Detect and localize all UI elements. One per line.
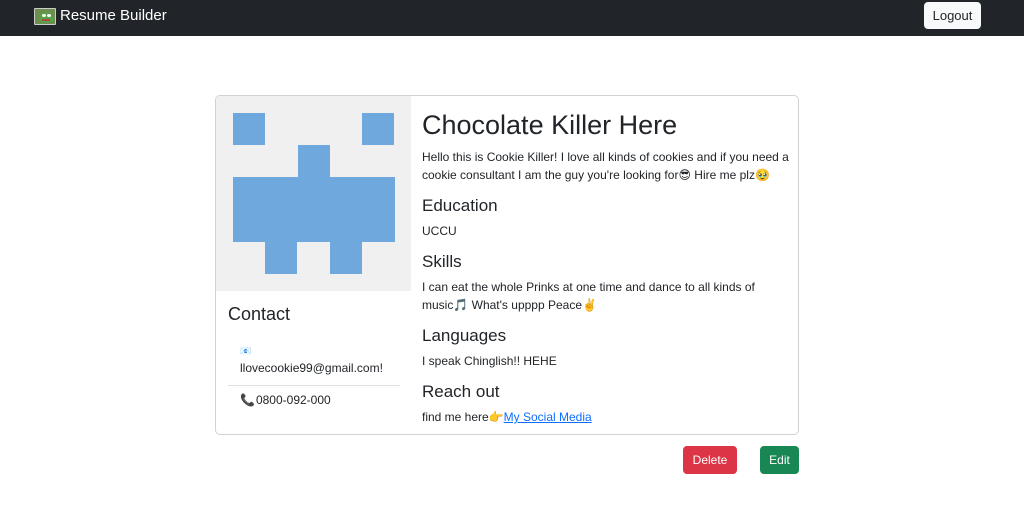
reach-out-text: find me here <box>422 410 489 424</box>
logout-button[interactable]: Logout <box>924 2 981 29</box>
education-text: UCCU <box>422 224 457 238</box>
navbar: Resume Builder Logout <box>0 0 1024 36</box>
avatar-pixel <box>233 177 395 242</box>
phone-text: 0800-092-000 <box>255 393 331 407</box>
languages-text: I speak Chinglish!! HEHE <box>422 354 557 368</box>
card-body: Chocolate Killer Here Hello this is Cook… <box>422 108 792 426</box>
sunglasses-emoji-icon: 😎 <box>678 168 691 182</box>
contact-email: 📧 llovecookie99@gmail.com! <box>228 337 400 385</box>
avatar-pixel <box>265 242 297 274</box>
avatar-pixel <box>233 113 265 145</box>
intro-suffix: Hire me plz <box>690 168 755 182</box>
teary-face-emoji-icon: 🥹 <box>754 168 770 182</box>
contact-phone: 📞0800-092-000 <box>228 385 400 417</box>
profile-intro: Hello this is Cookie Killer! I love all … <box>422 148 792 184</box>
reach-out-title: Reach out <box>422 382 500 401</box>
email-text: llovecookie99@gmail.com! <box>240 361 383 375</box>
music-note-emoji-icon: 🎵 <box>453 298 469 312</box>
social-media-link[interactable]: My Social Media <box>504 410 592 424</box>
education-title: Education <box>422 196 498 215</box>
skills-suffix: What's upppp Peace <box>468 298 582 312</box>
brand-text: Resume Builder <box>60 7 167 24</box>
resume-card: Contact 📧 llovecookie99@gmail.com! 📞0800… <box>215 95 799 435</box>
peace-sign-emoji-icon: ✌️ <box>582 298 597 312</box>
brand-link[interactable]: Resume Builder <box>34 6 167 26</box>
phone-icon: 📞 <box>240 393 255 407</box>
delete-button[interactable]: Delete <box>683 446 737 474</box>
avatar-pixel <box>362 113 394 145</box>
contact-title: Contact <box>228 304 291 324</box>
email-icon: 📧 <box>240 346 252 356</box>
card-sidebar: Contact 📧 llovecookie99@gmail.com! 📞0800… <box>216 96 411 434</box>
avatar-pixel <box>330 242 362 274</box>
contact-list: 📧 llovecookie99@gmail.com! 📞0800-092-000 <box>228 337 400 417</box>
reach-out-paragraph: find me here👉My Social Media <box>422 408 792 426</box>
edit-button[interactable]: Edit <box>760 446 799 474</box>
skills-paragraph: I can eat the whole Prinks at one time a… <box>422 278 792 314</box>
brand-logo-icon <box>34 7 56 25</box>
skills-title: Skills <box>422 252 462 271</box>
profile-name: Chocolate Killer Here <box>422 110 678 140</box>
avatar-pixel <box>298 145 330 177</box>
contact-section: Contact 📧 llovecookie99@gmail.com! 📞0800… <box>228 303 400 417</box>
pointing-hand-emoji-icon: 👉 <box>488 410 504 424</box>
languages-title: Languages <box>422 326 507 345</box>
avatar <box>216 96 411 291</box>
